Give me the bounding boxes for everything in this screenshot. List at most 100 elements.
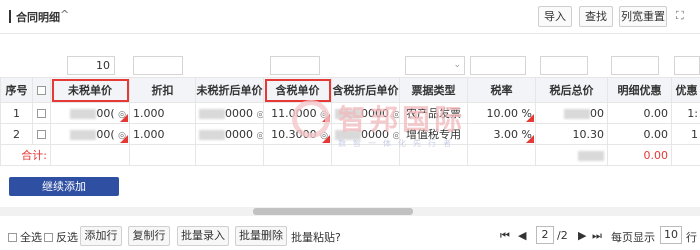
row-checkbox-cell[interactable] (32, 123, 51, 145)
masked-value (199, 108, 225, 119)
discount-col-filter-input[interactable] (674, 56, 700, 75)
col-header-tax-rate: 税率 (467, 77, 536, 103)
masked-value (335, 129, 361, 140)
detail-discount-filter-input[interactable] (611, 56, 659, 75)
edit-marker-icon (322, 114, 330, 122)
taxed-price-cell[interactable]: 11.0000 ◎ (263, 102, 332, 124)
discount-extra-cell: 1: (671, 102, 700, 124)
fullscreen-icon[interactable]: ⛶ (676, 9, 684, 23)
reset-column-width-button[interactable]: 列宽重置 (619, 6, 667, 27)
select-all-toggle[interactable]: 全选 (8, 229, 42, 245)
calc-icon[interactable]: ◎ (257, 131, 263, 141)
taxed-after-cell[interactable]: 0000 ◎ (331, 123, 400, 145)
untaxed-after-cell[interactable]: 0000 ◎ (195, 123, 264, 145)
tax-rate-value: 3.00 (493, 127, 519, 141)
total-cell: 00 (535, 102, 608, 124)
tax-rate-filter-input[interactable] (470, 56, 526, 75)
untaxed-after-value: 0000 (225, 106, 253, 120)
masked-value (564, 108, 590, 119)
total-value: 00 (590, 106, 604, 120)
calc-icon[interactable]: ◎ (393, 131, 399, 141)
page-number-input[interactable]: 2 (536, 226, 554, 244)
per-page-input[interactable]: 10 (660, 226, 682, 244)
untaxed-price-cell[interactable]: 00( ◎ (50, 102, 130, 124)
untaxed-after-cell[interactable]: 0000 ◎ (195, 102, 264, 124)
taxed-price-filter-input[interactable] (270, 56, 320, 75)
continue-add-button[interactable]: 继续添加 (9, 177, 119, 196)
last-page-icon[interactable]: ⏭ (592, 229, 602, 243)
batch-entry-button[interactable]: 批量录入 (177, 226, 229, 246)
prev-page-icon[interactable]: ◀ (518, 229, 526, 242)
total-label: 合计: (0, 144, 51, 166)
batch-paste-link[interactable]: 批量粘贴? (291, 229, 341, 245)
table-footer: 全选 反选 添加行 复制行 批量录入 批量删除 批量粘贴? ⏮ ◀ 2 /2 ▶… (0, 223, 700, 250)
invoice-type-filter-select[interactable]: ⌄ (405, 56, 465, 75)
tax-rate-value: 10.00 (486, 106, 519, 120)
untaxed-after-value: 0000 (225, 127, 253, 141)
edit-marker-icon (120, 114, 128, 122)
untaxed-price-cell[interactable]: 00( ◎ (50, 123, 130, 145)
tax-rate-cell[interactable]: 3.00 % (467, 123, 536, 145)
discount-extra-cell: 1 (671, 123, 700, 145)
invert-label: 反选 (56, 231, 78, 244)
invoice-type-cell[interactable]: 农产品发票 (399, 102, 468, 124)
row-checkbox[interactable] (37, 109, 46, 118)
table-row: 1 00( ◎ 1.000 0000 ◎ 11.0000 ◎ 0000 ◎ 农产… (0, 102, 700, 124)
add-row-button[interactable]: 添加行 (80, 226, 122, 246)
total-value: 10.30 (572, 127, 605, 141)
discount-filter-input[interactable] (133, 56, 183, 75)
table-header-row: 序号 未税单价 折扣 未税折后单价 含税单价 含税折后单价 票据类型 税率 税后… (0, 77, 700, 103)
taxed-price-cell[interactable]: 10.3000 ◎ (263, 123, 332, 145)
find-button[interactable]: 查找 (579, 6, 613, 27)
invert-checkbox[interactable] (44, 232, 53, 242)
calc-icon[interactable]: ◎ (393, 110, 399, 120)
taxed-price-value: 11.0000 (271, 106, 317, 120)
edit-marker-icon (526, 135, 534, 143)
per-page-label: 每页显示 (611, 231, 655, 244)
first-page-icon[interactable]: ⏮ (500, 229, 510, 243)
untaxed-price-value: 00( (96, 127, 115, 141)
discount-cell[interactable]: 1.000 (129, 123, 196, 145)
batch-delete-button[interactable]: 批量删除 (235, 226, 287, 246)
col-header-checkbox[interactable] (32, 77, 51, 103)
invoice-type-cell[interactable]: 增值税专用 (399, 123, 468, 145)
row-unit-label: 行 (686, 231, 697, 244)
total-filter-input[interactable] (540, 56, 588, 75)
edit-marker-icon (120, 135, 128, 143)
section-title: 合同明细 (16, 11, 60, 24)
taxed-after-value: 0000 (361, 127, 389, 141)
edit-marker-icon (322, 135, 330, 143)
row-no: 2 (0, 123, 33, 145)
select-all-label: 全选 (20, 231, 42, 244)
scrollbar-thumb[interactable] (253, 208, 413, 215)
section-header: 合同明细 ^ 导入 查找 列宽重置 ⛶ (0, 0, 700, 34)
row-checkbox-cell[interactable] (32, 102, 51, 124)
select-all-checkbox[interactable] (8, 232, 17, 242)
next-page-icon[interactable]: ▶ (578, 229, 586, 242)
taxed-after-cell[interactable]: 0000 ◎ (331, 102, 400, 124)
col-header-no: 序号 (0, 77, 33, 103)
horizontal-scrollbar[interactable] (0, 207, 700, 216)
import-button[interactable]: 导入 (538, 6, 572, 27)
chevron-down-icon: ⌄ (453, 60, 461, 70)
detail-discount-cell[interactable]: 0.00 (607, 123, 672, 145)
qty-filter-input[interactable]: 10 (67, 56, 115, 75)
total-sum-cell (535, 144, 608, 166)
calc-icon[interactable]: ◎ (257, 110, 263, 120)
tax-rate-cell[interactable]: 10.00 % (467, 102, 536, 124)
row-checkbox[interactable] (37, 130, 46, 139)
detail-discount-cell[interactable]: 0.00 (607, 102, 672, 124)
total-cell: 10.30 (535, 123, 608, 145)
edit-marker-icon (526, 114, 534, 122)
copy-row-button[interactable]: 复制行 (128, 226, 170, 246)
discount-cell[interactable]: 1.000 (129, 102, 196, 124)
collapse-caret-icon[interactable]: ^ (60, 8, 69, 21)
total-detail-discount: 0.00 (607, 144, 672, 166)
header-checkbox[interactable] (37, 86, 46, 95)
invert-selection-toggle[interactable]: 反选 (44, 229, 78, 245)
masked-value (70, 129, 97, 140)
total-row: 合计: 0.00 (0, 144, 700, 166)
masked-value (70, 108, 97, 119)
col-header-invoice-type: 票据类型 (399, 77, 468, 103)
table-row: 2 00( ◎ 1.000 0000 ◎ 10.3000 ◎ 0000 ◎ 增值… (0, 123, 700, 145)
